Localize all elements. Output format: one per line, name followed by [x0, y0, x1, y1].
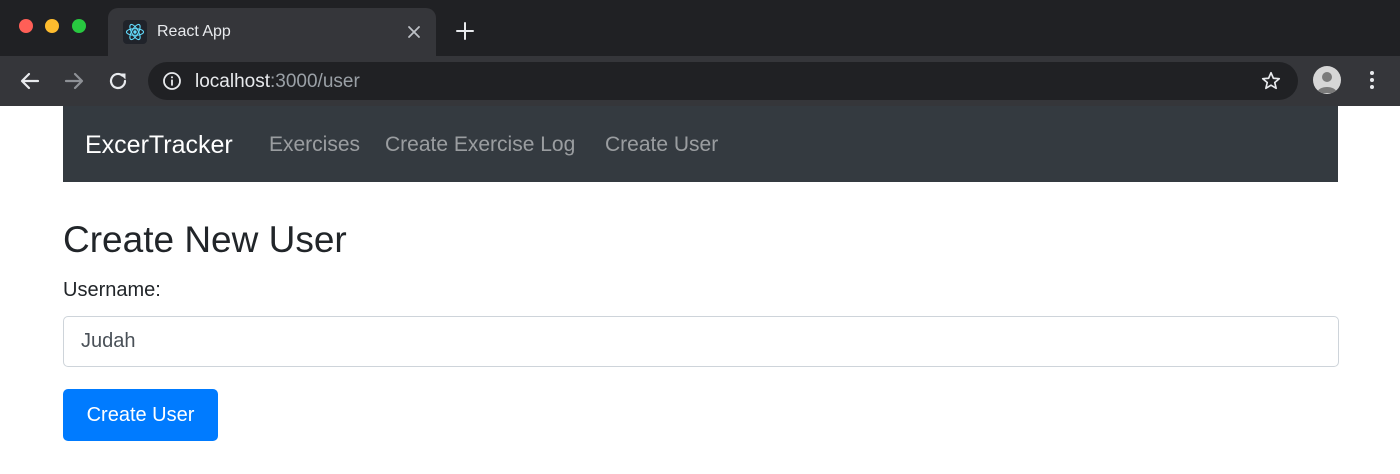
- forward-arrow-icon[interactable]: [62, 69, 86, 93]
- window-minimize-button[interactable]: [45, 19, 59, 33]
- browser-tabstrip: React App: [0, 0, 1400, 56]
- star-icon[interactable]: [1260, 70, 1282, 92]
- page-title: Create New User: [63, 219, 347, 260]
- app-navbar: ExcerTracker Exercises Create Exercise L…: [63, 106, 1338, 182]
- username-input[interactable]: [63, 316, 1339, 367]
- info-icon[interactable]: [162, 71, 182, 91]
- navbar-brand[interactable]: ExcerTracker: [85, 130, 233, 160]
- kebab-menu-icon[interactable]: [1360, 68, 1384, 92]
- window-zoom-button[interactable]: [72, 19, 86, 33]
- browser-toolbar: localhost:3000/user: [0, 56, 1400, 106]
- address-bar[interactable]: localhost:3000/user: [148, 62, 1298, 100]
- react-logo-icon: [123, 20, 147, 44]
- url-path: :3000/user: [270, 71, 360, 92]
- new-tab-icon[interactable]: [454, 20, 476, 42]
- nav-link-create-exercise-log[interactable]: Create Exercise Log: [385, 133, 575, 157]
- back-arrow-icon[interactable]: [18, 69, 42, 93]
- nav-link-create-user[interactable]: Create User: [605, 133, 718, 157]
- url-text[interactable]: localhost:3000/user: [195, 71, 360, 93]
- username-label: Username:: [63, 279, 161, 301]
- tab-title: React App: [157, 23, 231, 40]
- nav-link-exercises[interactable]: Exercises: [269, 133, 360, 157]
- tab-close-icon[interactable]: [404, 22, 424, 42]
- browser-tab-active[interactable]: React App: [108, 8, 436, 56]
- create-user-button[interactable]: Create User: [63, 389, 218, 441]
- window-close-button[interactable]: [19, 19, 33, 33]
- url-host: localhost: [195, 71, 270, 92]
- profile-avatar-icon[interactable]: [1313, 66, 1341, 94]
- reload-icon[interactable]: [106, 69, 130, 93]
